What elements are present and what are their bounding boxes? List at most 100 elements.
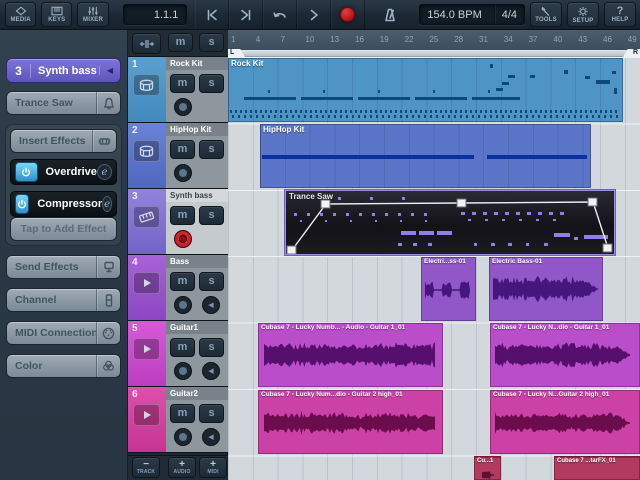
tempo-display[interactable]: 154.0 BPM 4/4 — [419, 4, 525, 25]
setup-gear-icon — [577, 6, 589, 17]
automation-curve[interactable] — [286, 191, 615, 255]
audio-track-icon[interactable] — [133, 272, 160, 294]
effect-edit-button[interactable]: e — [97, 164, 112, 180]
mixer-button[interactable]: MIXER — [77, 2, 108, 27]
midi-connections-section[interactable]: MIDI Connections — [6, 321, 121, 345]
go-to-end-button[interactable] — [229, 0, 263, 30]
arrange-grid[interactable]: Rock Kit HipHop Kit Trance Saw — [228, 57, 640, 480]
bar-number: 28 — [454, 35, 463, 44]
drum-track-icon[interactable] — [133, 74, 160, 96]
effect-power-button[interactable] — [15, 194, 29, 214]
global-mute-button[interactable]: m — [168, 33, 193, 52]
solo-button[interactable]: s — [199, 272, 224, 291]
audio-track-icon[interactable] — [133, 338, 160, 360]
solo-button[interactable]: s — [199, 404, 224, 423]
channel-section[interactable]: Channel — [6, 288, 121, 312]
audio-event-guitar1-b[interactable]: Cubase 7 - Lucky N...dio - Guitar 1_01 — [490, 323, 640, 387]
track-header-hiphop-kit[interactable]: 2 HipHop Kit m s — [128, 123, 228, 189]
track-header-body[interactable]: Synth bass m s — [166, 189, 228, 254]
track-color-strip: 4 — [128, 255, 166, 320]
input-monitor-button[interactable]: ◀ — [202, 296, 220, 314]
drum-track-icon[interactable] — [133, 140, 160, 162]
input-monitor-button[interactable]: ◀ — [202, 362, 220, 380]
bpm-value[interactable]: 154.0 BPM — [420, 5, 494, 24]
add-effect-button[interactable]: Tap to Add Effect — [10, 217, 117, 241]
play-button[interactable] — [297, 0, 331, 30]
track-header-body[interactable]: HipHop Kit m s — [166, 123, 228, 188]
add-midi-track-button[interactable]: + MIDI — [199, 457, 227, 478]
selected-track-header[interactable]: 3 Synth bass ◀ — [6, 58, 121, 83]
midi-event-hiphop-kit[interactable]: HipHop Kit — [260, 124, 591, 188]
track-header-body[interactable]: Bass m s ◀ — [166, 255, 228, 320]
effect-edit-button[interactable]: e — [102, 196, 112, 212]
effect-slot-compressor[interactable]: Compressor e — [10, 191, 117, 217]
record-arm-button[interactable] — [174, 164, 192, 182]
record-arm-button[interactable] — [174, 98, 192, 116]
metronome-icon — [382, 7, 398, 23]
track-header-bass[interactable]: 4 Bass m s ◀ — [128, 255, 228, 321]
audio-event-fx-a[interactable]: Cu...1 — [474, 456, 501, 480]
keys-track-icon[interactable] — [133, 206, 160, 228]
solo-button[interactable]: s — [199, 74, 224, 93]
audio-event-guitar1-a[interactable]: Cubase 7 - Lucky Numb... - Audio - Guita… — [258, 323, 443, 387]
help-button[interactable]: ? HELP — [604, 2, 636, 27]
record-arm-button[interactable] — [174, 428, 192, 446]
track-header-body[interactable]: Guitar1 m s ◀ — [166, 321, 228, 386]
audio-track-icon[interactable] — [133, 404, 160, 426]
mute-button[interactable]: m — [170, 74, 195, 93]
track-header-guitar1[interactable]: 5 Guitar1 m s ◀ — [128, 321, 228, 387]
solo-button[interactable]: s — [199, 206, 224, 225]
midi-event-trance-saw-selected[interactable]: Trance Saw — [285, 190, 615, 255]
waveform — [493, 274, 598, 304]
time-signature-display[interactable]: 4/4 — [495, 5, 524, 24]
metronome-button[interactable] — [373, 0, 407, 30]
mute-button[interactable]: m — [170, 404, 195, 423]
solo-button[interactable]: s — [199, 140, 224, 159]
send-effects-section[interactable]: Send Effects — [6, 255, 121, 279]
track-header-rock-kit[interactable]: 1 Rock Kit m s — [128, 57, 228, 123]
track-header-synth-bass[interactable]: 3 Synth bass m s — [128, 189, 228, 255]
undo-icon — [271, 8, 288, 22]
track-zoom-button[interactable] — [132, 33, 161, 54]
undo-button[interactable] — [263, 0, 297, 30]
record-arm-button[interactable] — [174, 362, 192, 380]
track-header-body[interactable]: Rock Kit m s — [166, 57, 228, 122]
keys-button[interactable]: KEYS — [41, 2, 72, 27]
position-display[interactable]: 1.1.1 — [123, 4, 188, 25]
remove-track-button[interactable]: − TRACK — [132, 457, 160, 478]
record-button[interactable] — [331, 0, 365, 30]
add-audio-track-button[interactable]: + AUDIO — [168, 457, 196, 478]
effect-slot-overdrive[interactable]: Overdrive e — [10, 159, 117, 185]
bar-number: 43 — [578, 35, 587, 44]
mute-button[interactable]: m — [170, 206, 195, 225]
mute-button[interactable]: m — [170, 272, 195, 291]
midi-event-rock-kit[interactable]: Rock Kit — [228, 58, 623, 122]
timeline-ruler[interactable]: 1471013161922252831343740434649 — [228, 30, 640, 50]
track-header-body[interactable]: Guitar2 m s ◀ — [166, 387, 228, 452]
mute-button[interactable]: m — [170, 338, 195, 357]
track-header-guitar2[interactable]: 6 Guitar2 m s ◀ — [128, 387, 228, 453]
effect-power-button[interactable] — [15, 162, 38, 182]
media-button[interactable]: MEDIA — [5, 2, 36, 27]
input-monitor-button[interactable]: ◀ — [202, 428, 220, 446]
mute-button[interactable]: m — [170, 140, 195, 159]
global-solo-button[interactable]: s — [199, 33, 224, 52]
go-to-start-button[interactable] — [195, 0, 229, 30]
insert-effects-header[interactable]: Insert Effects — [10, 129, 117, 153]
solo-button[interactable]: s — [199, 338, 224, 357]
audio-event-guitar2-b[interactable]: Cubase 7 - Lucky N...Guitar 2 high_01 — [490, 390, 640, 454]
instrument-selector[interactable]: Trance Saw — [6, 91, 121, 115]
audio-event-guitar2-a[interactable]: Cubase 7 - Lucky Num...dio - Guitar 2 hi… — [258, 390, 443, 454]
color-section[interactable]: Color — [6, 354, 121, 378]
locator-strip[interactable] — [228, 50, 640, 57]
audio-event-electric-bass-trunc[interactable]: Electri...ss-01 — [421, 257, 476, 321]
audio-event-electric-bass-01[interactable]: Electric Bass-01 — [489, 257, 603, 321]
record-arm-button[interactable] — [174, 296, 192, 314]
tools-button[interactable]: TOOLS — [530, 2, 562, 27]
record-arm-button-armed[interactable] — [174, 230, 192, 248]
audio-event-fx-b[interactable]: Cubase 7 ...tarFX_01 — [554, 456, 640, 480]
setup-button[interactable]: SETUP — [567, 2, 599, 27]
collapse-inspector-icon[interactable]: ◀ — [99, 66, 120, 75]
waveform — [495, 340, 631, 370]
go-to-start-icon — [204, 7, 220, 23]
